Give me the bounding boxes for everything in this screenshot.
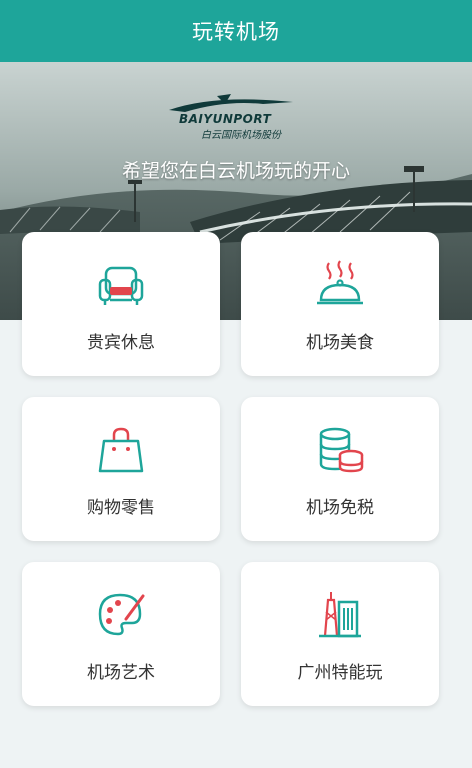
shopping-bag-icon	[98, 427, 144, 473]
coins-icon	[319, 427, 364, 473]
duty-free-card[interactable]: 机场免税	[241, 397, 439, 541]
shopping-retail-label: 购物零售	[87, 498, 155, 518]
shopping-retail-card[interactable]: 购物零售	[22, 397, 220, 541]
sofa-icon	[98, 266, 144, 305]
page-title: 玩转机场	[192, 20, 280, 44]
guangzhou-fun-card[interactable]: 广州特能玩	[241, 562, 439, 706]
airport-food-label: 机场美食	[306, 333, 374, 353]
airport-art-card[interactable]: 机场艺术	[22, 562, 220, 706]
guangzhou-fun-label: 广州特能玩	[297, 663, 383, 683]
title-bar: 玩转机场	[0, 0, 472, 62]
welcome-slogan: 希望您在白云机场玩的开心	[121, 160, 350, 182]
baiyunport-logo: BAIYUNPORT 白云国际机场股份	[165, 92, 305, 141]
food-cloche-icon	[317, 260, 363, 305]
vip-lounge-card[interactable]: 贵宾休息	[22, 232, 220, 376]
art-palette-icon	[98, 593, 145, 636]
logo-chinese-text: 白云国际机场股份	[201, 130, 281, 141]
airport-food-card[interactable]: 机场美食	[241, 232, 439, 376]
duty-free-label: 机场免税	[306, 498, 374, 518]
airport-art-label: 机场艺术	[87, 663, 155, 683]
city-buildings-icon	[319, 592, 361, 638]
vip-lounge-label: 贵宾休息	[87, 333, 155, 353]
logo-english-text: BAIYUNPORT	[179, 112, 272, 126]
